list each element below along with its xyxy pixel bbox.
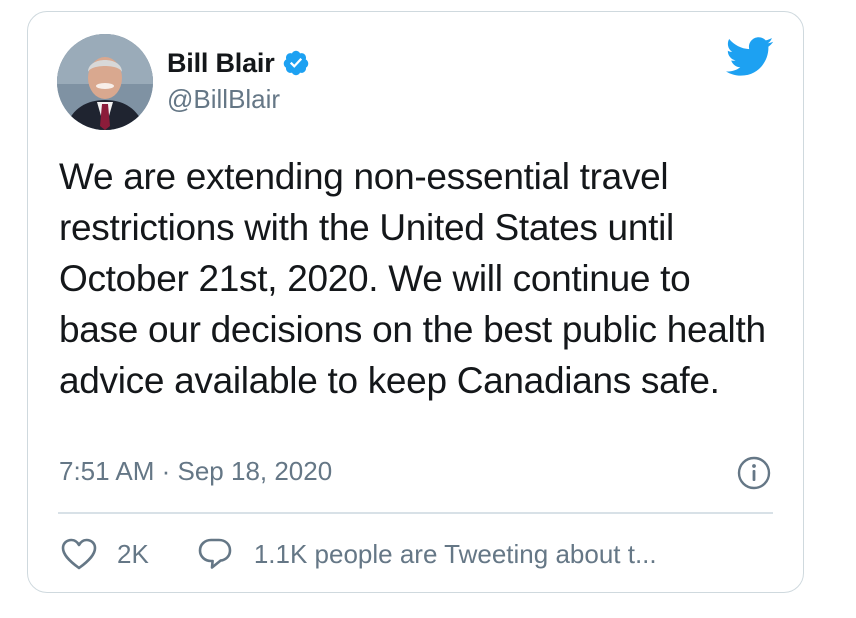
like-count: 2K xyxy=(117,538,149,569)
info-icon[interactable] xyxy=(736,455,772,491)
tweet-actions: 2K 1.1K people are Tweeting about t... xyxy=(60,534,657,574)
tweeting-about-text: 1.1K people are Tweeting about t... xyxy=(253,538,657,569)
author-display-name[interactable]: Bill Blair xyxy=(167,48,275,79)
tweet-text: We are extending non-essential travel re… xyxy=(59,156,766,401)
tweeting-about-link[interactable]: 1.1K people are Tweeting about t... xyxy=(197,537,657,571)
divider xyxy=(58,512,773,514)
heart-icon xyxy=(60,537,98,571)
speech-bubble-icon xyxy=(197,537,233,571)
tweet-timestamp[interactable]: 7:51 AM · Sep 18, 2020 xyxy=(59,456,332,487)
twitter-bird-icon[interactable] xyxy=(725,37,774,77)
verified-badge-icon xyxy=(282,49,310,77)
avatar[interactable] xyxy=(57,34,153,130)
author-handle[interactable]: @BillBlair xyxy=(167,84,280,115)
author-name-row[interactable]: Bill Blair xyxy=(167,46,310,80)
like-button[interactable]: 2K xyxy=(60,537,149,571)
